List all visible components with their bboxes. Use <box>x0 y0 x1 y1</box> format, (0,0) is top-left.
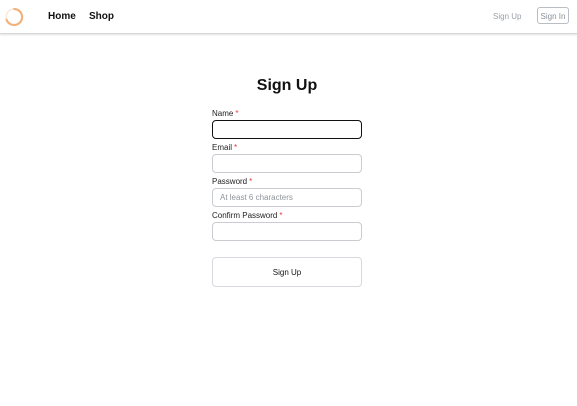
nav-shop-link[interactable]: Shop <box>89 11 114 22</box>
password-label: Password * <box>212 177 252 186</box>
name-input[interactable] <box>212 120 362 139</box>
required-marker: * <box>279 211 283 220</box>
spinner-ring-icon[interactable] <box>4 7 24 27</box>
password-input[interactable] <box>212 188 362 207</box>
name-label: Name * <box>212 109 238 118</box>
page-title: Sign Up <box>256 77 318 94</box>
nav-signup-link[interactable]: Sign Up <box>493 12 521 21</box>
email-input[interactable] <box>212 154 362 173</box>
required-marker: * <box>234 143 238 152</box>
required-marker: * <box>235 109 239 118</box>
confirm-password-label: Confirm Password * <box>212 211 282 220</box>
required-marker: * <box>249 177 253 186</box>
password-label-text: Password <box>212 177 248 186</box>
nav-home-link[interactable]: Home <box>48 11 76 22</box>
confirm-password-label-text: Confirm Password <box>212 211 278 220</box>
confirm-password-input[interactable] <box>212 222 362 241</box>
signup-submit-button[interactable]: Sign Up <box>212 257 362 287</box>
name-label-text: Name <box>212 109 234 118</box>
signin-button[interactable]: Sign In <box>537 7 569 24</box>
top-navbar: Home Shop Sign Up Sign In <box>0 0 577 34</box>
email-label-text: Email <box>212 143 233 152</box>
email-label: Email * <box>212 143 237 152</box>
